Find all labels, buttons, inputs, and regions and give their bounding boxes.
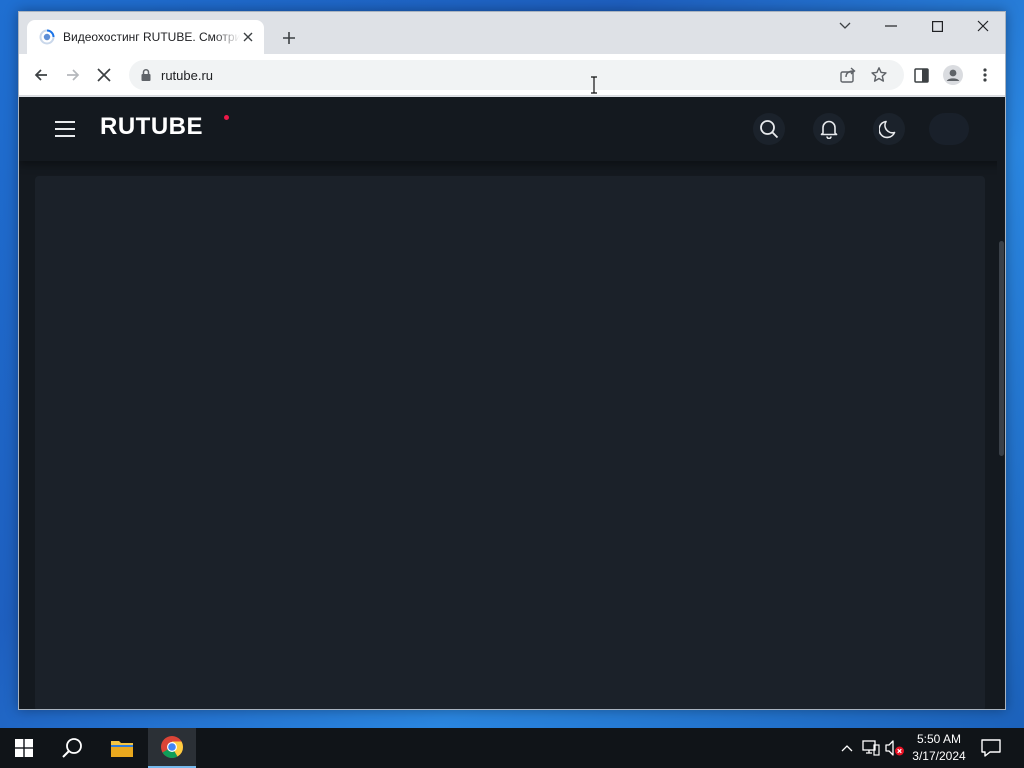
text-cursor-icon bbox=[591, 76, 597, 94]
browser-toolbar: rutube.ru bbox=[19, 54, 1005, 96]
forward-button[interactable] bbox=[59, 61, 87, 89]
browser-window: Видеохостинг RUTUBE. Смотрите rutube.ru … bbox=[18, 11, 1006, 710]
notifications-button[interactable] bbox=[813, 113, 845, 145]
desktop: Видеохостинг RUTUBE. Смотрите rutube.ru … bbox=[0, 0, 1024, 768]
search-icon bbox=[760, 120, 779, 139]
chrome-taskbar-button[interactable] bbox=[148, 728, 196, 768]
search-icon bbox=[62, 738, 82, 758]
chevron-down-icon bbox=[839, 22, 851, 29]
windows-start-icon bbox=[15, 739, 33, 757]
clock-time: 5:50 AM bbox=[916, 732, 962, 746]
browser-tab-rutube[interactable]: Видеохостинг RUTUBE. Смотрите bbox=[27, 20, 264, 54]
clock-date: 3/17/2024 bbox=[912, 749, 966, 763]
stop-loading-button[interactable] bbox=[90, 61, 118, 89]
taskbar-search-button[interactable] bbox=[48, 728, 96, 768]
stop-icon bbox=[97, 68, 111, 82]
tab-title: Видеохостинг RUTUBE. Смотрите bbox=[63, 30, 240, 44]
network-button[interactable] bbox=[861, 738, 881, 758]
close-window-button[interactable] bbox=[960, 12, 1005, 40]
scrollbar[interactable] bbox=[997, 161, 1005, 709]
site-logo[interactable]: RUTUBE bbox=[100, 113, 203, 141]
bookmark-star-icon[interactable] bbox=[870, 66, 888, 84]
tab-close-icon[interactable] bbox=[240, 29, 256, 45]
file-explorer-icon bbox=[111, 741, 133, 757]
banner-placeholder bbox=[35, 176, 985, 709]
taskbar: 5:50 AM 3/17/2024 bbox=[0, 728, 1024, 768]
browser-menu-button[interactable] bbox=[971, 61, 999, 89]
logo-accent-dot bbox=[224, 115, 229, 120]
avatar[interactable] bbox=[929, 113, 969, 145]
notification-center-icon[interactable] bbox=[980, 738, 1002, 758]
tab-strip: Видеохостинг RUTUBE. Смотрите bbox=[19, 12, 1005, 54]
menu-icon[interactable] bbox=[53, 117, 77, 141]
maximize-icon bbox=[931, 20, 943, 32]
side-panel-icon bbox=[913, 67, 929, 83]
minimize-button[interactable] bbox=[868, 12, 914, 40]
tab-search-button[interactable] bbox=[822, 12, 868, 40]
site-header: RUTUBE bbox=[19, 97, 1005, 161]
moon-icon bbox=[879, 120, 896, 139]
chevron-up-icon bbox=[841, 745, 853, 752]
show-hidden-icons-button[interactable] bbox=[837, 738, 857, 758]
network-icon bbox=[862, 740, 880, 756]
arrow-right-icon bbox=[67, 69, 80, 81]
scrollbar-thumb[interactable] bbox=[999, 241, 1004, 456]
address-bar[interactable]: rutube.ru bbox=[129, 60, 904, 90]
system-clock[interactable]: 5:50 AM 3/17/2024 bbox=[906, 731, 972, 765]
side-panel-button[interactable] bbox=[907, 61, 935, 89]
share-icon[interactable] bbox=[839, 66, 857, 84]
url-text[interactable]: rutube.ru bbox=[161, 68, 213, 83]
bell-icon bbox=[820, 120, 838, 139]
maximize-button[interactable] bbox=[914, 12, 960, 40]
volume-button[interactable] bbox=[885, 738, 905, 758]
profile-button[interactable] bbox=[939, 61, 967, 89]
arrow-left-icon bbox=[34, 69, 47, 81]
back-button[interactable] bbox=[27, 61, 55, 89]
new-tab-button[interactable] bbox=[277, 26, 301, 50]
more-vertical-icon bbox=[983, 68, 987, 82]
theme-toggle-button[interactable] bbox=[873, 113, 905, 145]
file-explorer-button[interactable] bbox=[98, 728, 146, 768]
start-button[interactable] bbox=[0, 728, 48, 768]
search-button[interactable] bbox=[753, 113, 785, 145]
loading-favicon-icon bbox=[39, 29, 55, 45]
lock-icon[interactable] bbox=[139, 68, 153, 82]
chrome-icon bbox=[161, 736, 183, 758]
plus-icon bbox=[283, 32, 295, 44]
page-viewport: RUTUBE bbox=[19, 97, 1005, 709]
minimize-icon bbox=[885, 25, 897, 27]
profile-icon bbox=[943, 65, 963, 85]
close-icon bbox=[977, 20, 989, 32]
volume-muted-icon bbox=[885, 740, 904, 756]
